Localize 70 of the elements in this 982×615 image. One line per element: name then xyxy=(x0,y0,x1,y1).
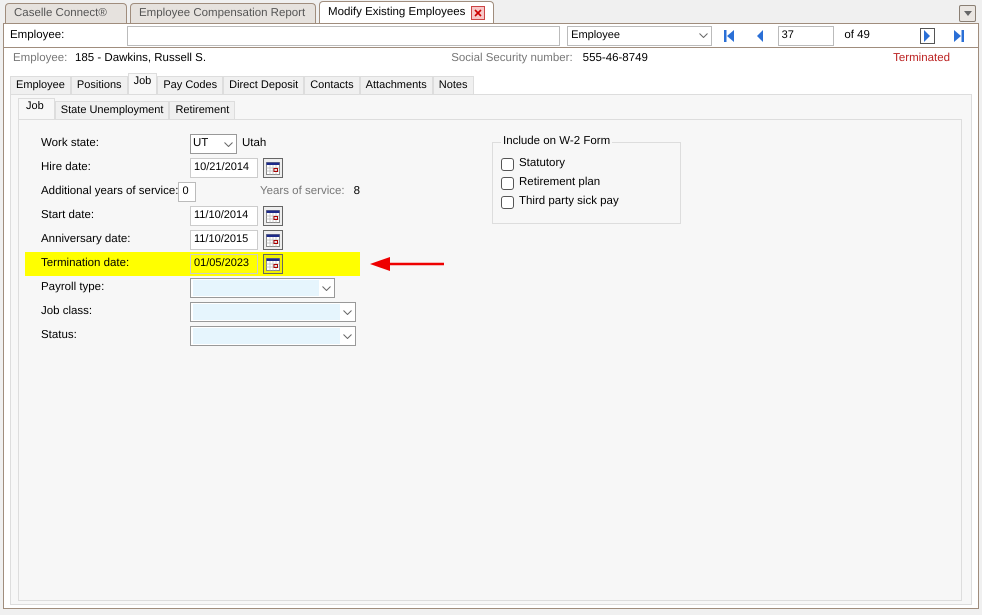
field-label: Job class: xyxy=(41,305,94,319)
tab[interactable]: Attachments xyxy=(360,76,433,94)
chevron-down-icon xyxy=(224,142,233,146)
first-record-button[interactable] xyxy=(722,28,737,44)
last-record-button[interactable] xyxy=(951,28,966,44)
previous-record-icon xyxy=(755,30,766,42)
tab[interactable]: Direct Deposit xyxy=(223,76,304,94)
field-label: Years of service: xyxy=(260,185,345,199)
status-text: Terminated xyxy=(893,52,950,66)
window-tab[interactable]: Modify Existing Employees xyxy=(319,1,494,23)
dropdown-field[interactable] xyxy=(190,302,356,322)
calendar-icon xyxy=(266,258,280,270)
tab[interactable]: Notes xyxy=(432,76,474,94)
field-label: Status: xyxy=(41,329,78,343)
field-label: Social Security number: xyxy=(451,52,573,66)
last-record-icon xyxy=(954,30,964,42)
calendar-button[interactable] xyxy=(263,158,283,178)
search-by-dropdown[interactable]: Employee xyxy=(567,26,712,46)
number-field[interactable]: 0 xyxy=(178,182,196,202)
field-label: Employee: xyxy=(10,28,66,42)
calendar-button[interactable] xyxy=(263,206,283,226)
years-value: 8 xyxy=(354,185,360,199)
next-record-icon xyxy=(922,30,932,42)
tab[interactable]: Pay Codes xyxy=(157,76,224,94)
tab[interactable]: State Unemployment xyxy=(54,101,170,119)
tab[interactable]: Job xyxy=(128,73,158,94)
field-label: Additional years of service: xyxy=(41,185,178,199)
calendar-icon xyxy=(266,210,280,222)
record-number-field[interactable]: 37 xyxy=(778,26,834,46)
state-dropdown[interactable]: UT xyxy=(190,134,237,154)
tab[interactable]: Employee xyxy=(10,76,71,94)
ssn-value: 555-46-8749 xyxy=(582,52,648,66)
arrow-icon xyxy=(370,257,444,271)
next-record-button[interactable] xyxy=(920,28,936,44)
field-label: Termination date: xyxy=(41,257,130,271)
close-button[interactable] xyxy=(471,6,486,20)
tab[interactable]: Retirement xyxy=(169,101,236,119)
close-icon xyxy=(474,8,482,16)
field-label: Work state: xyxy=(41,137,100,151)
employee-name: 185 - Dawkins, Russell S. xyxy=(75,52,206,66)
chevron-down-icon xyxy=(343,334,352,338)
dropdown-button[interactable] xyxy=(959,4,976,22)
field-label: Payroll type: xyxy=(41,281,106,295)
state-name: Utah xyxy=(242,137,266,151)
date-field[interactable]: 10/21/2014 xyxy=(190,158,258,178)
chevron-down-icon xyxy=(322,286,331,290)
window-tab[interactable]: Caselle Connect® xyxy=(5,3,127,23)
field-label: Employee: xyxy=(13,52,68,66)
field-label: Start date: xyxy=(41,209,96,223)
calendar-button[interactable] xyxy=(263,254,283,274)
field-label: Hire date: xyxy=(41,161,92,175)
calendar-icon xyxy=(266,234,280,246)
window-tab[interactable]: Employee Compensation Report xyxy=(130,3,316,23)
record-count: of 49 xyxy=(844,28,870,42)
caret-icon xyxy=(964,10,972,16)
date-field[interactable]: 11/10/2014 xyxy=(190,206,258,226)
date-field[interactable]: 11/10/2015 xyxy=(190,230,258,250)
date-field[interactable]: 01/05/2023 xyxy=(190,254,258,274)
tab[interactable]: Positions xyxy=(70,76,128,94)
dropdown-field[interactable] xyxy=(190,278,335,298)
first-record-icon xyxy=(724,30,734,42)
tab[interactable]: Job xyxy=(18,98,55,119)
dropdown-field[interactable] xyxy=(190,326,356,346)
employee-search-field[interactable] xyxy=(127,26,560,46)
calendar-button[interactable] xyxy=(263,230,283,250)
calendar-icon xyxy=(266,162,280,174)
chevron-down-icon xyxy=(343,310,352,314)
chevron-down-icon xyxy=(698,33,708,38)
field-label: Anniversary date: xyxy=(41,233,132,247)
tab[interactable]: Contacts xyxy=(304,76,360,94)
